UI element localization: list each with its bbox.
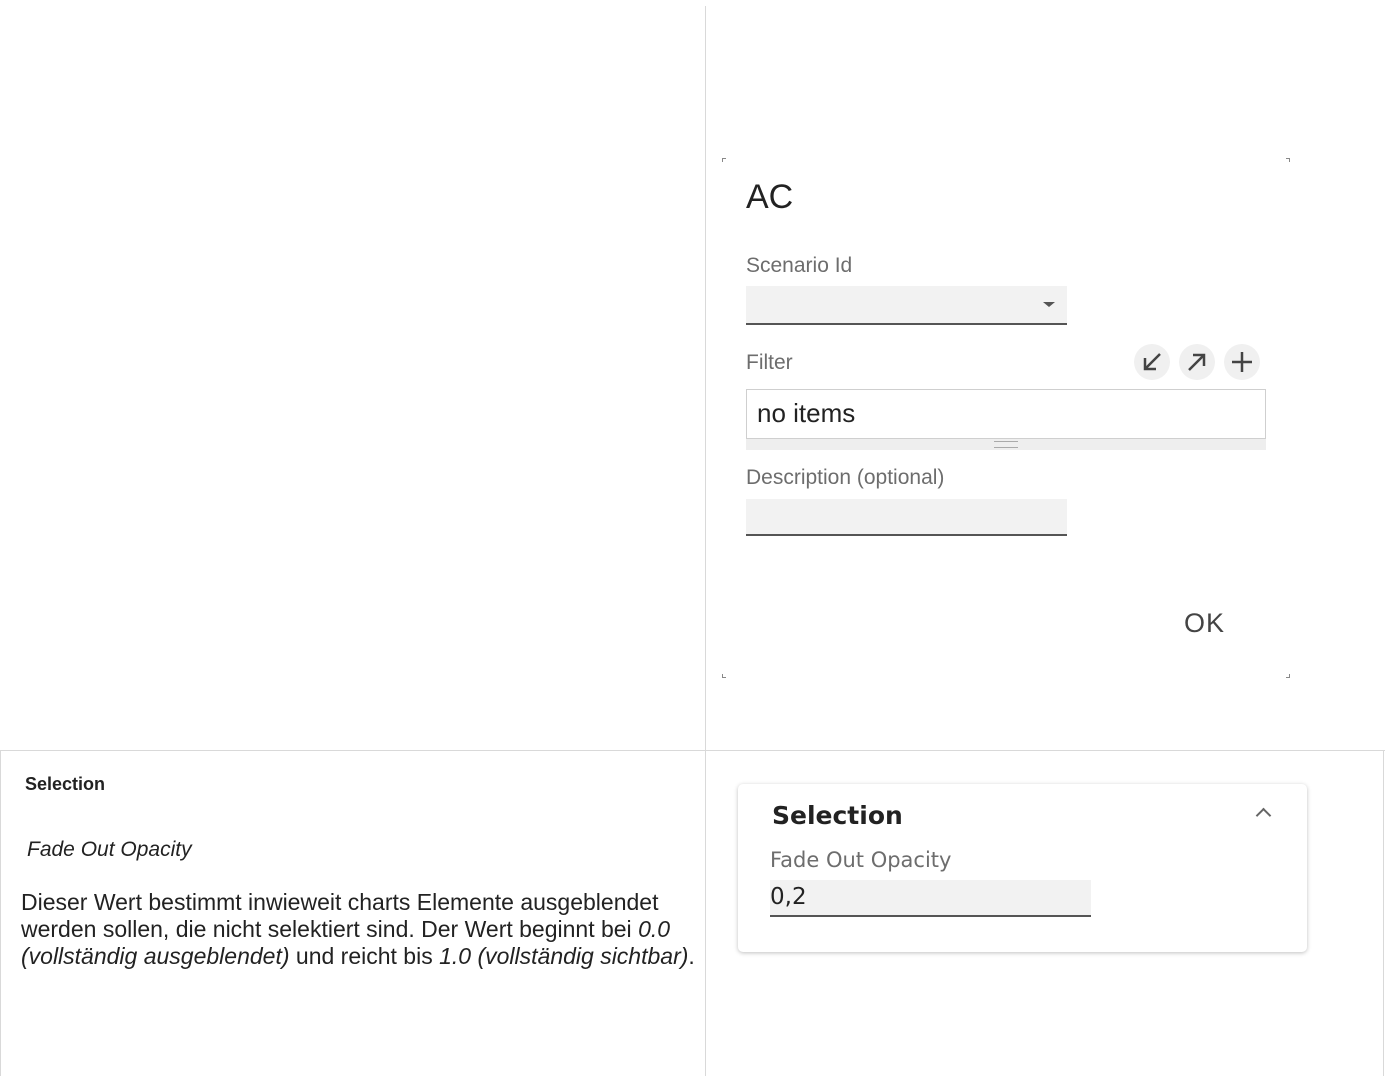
grip-icon: [994, 441, 1018, 448]
caret-down-icon: [1043, 302, 1055, 307]
scenario-id-label: Scenario Id: [746, 254, 853, 277]
arrow-up-right-icon: [1188, 353, 1206, 371]
chevron-up-icon[interactable]: [1255, 807, 1272, 824]
page: AC Scenario Id Filter no items Descripti…: [0, 0, 1385, 1076]
filter-dialog: AC Scenario Id Filter no items Descripti…: [722, 158, 1290, 678]
plus-icon: [1232, 352, 1252, 372]
table-left-border: [0, 750, 1, 1076]
filter-empty-text: no items: [757, 398, 856, 428]
row-divider: [0, 750, 1385, 751]
add-filter-button[interactable]: [1224, 344, 1260, 380]
doc-desc-text: .: [688, 943, 695, 969]
arrow-down-left-icon: [1143, 353, 1161, 371]
filter-label: Filter: [746, 351, 793, 374]
table-right-border: [1383, 750, 1384, 1076]
doc-subheading: Fade Out Opacity: [27, 838, 192, 861]
doc-desc-text: und reicht bis: [289, 943, 440, 969]
filter-list[interactable]: no items: [746, 389, 1266, 439]
collapse-button[interactable]: [1134, 344, 1170, 380]
fade-out-opacity-value: 0,2: [770, 884, 807, 910]
doc-heading: Selection: [25, 774, 106, 794]
doc-desc-em-max: 1.0 (vollständig sichtbar): [439, 943, 689, 969]
filter-resize-handle[interactable]: [746, 439, 1266, 450]
doc-description: Dieser Wert bestimmt inwieweit charts El…: [21, 889, 701, 970]
dialog-corner-mark: [722, 674, 726, 678]
fade-out-opacity-label: Fade Out Opacity: [770, 848, 952, 872]
dialog-corner-mark: [722, 158, 726, 162]
description-input[interactable]: [746, 499, 1067, 536]
dialog-corner-mark: [1286, 674, 1290, 678]
column-divider: [705, 6, 706, 1076]
description-label: Description (optional): [746, 466, 945, 489]
doc-desc-text: Dieser Wert bestimmt inwieweit charts El…: [21, 889, 659, 942]
selection-settings-card: Selection Fade Out Opacity 0,2: [738, 784, 1307, 952]
fade-out-opacity-input[interactable]: 0,2: [770, 880, 1091, 917]
ok-button[interactable]: OK: [1184, 608, 1225, 639]
dialog-title: AC: [746, 178, 794, 216]
card-title: Selection: [772, 801, 903, 830]
expand-button[interactable]: [1179, 344, 1215, 380]
dialog-corner-mark: [1286, 158, 1290, 162]
scenario-id-select[interactable]: [746, 286, 1067, 325]
